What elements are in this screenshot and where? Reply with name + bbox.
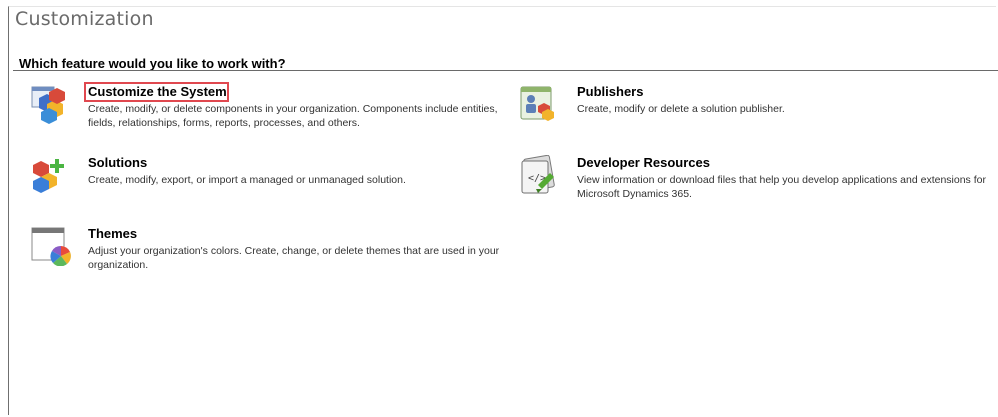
selection-highlight <box>84 82 229 102</box>
feature-description: Adjust your organization's colors. Creat… <box>88 245 500 271</box>
feature-solutions[interactable]: Solutions Create, modify, export, or imp… <box>31 155 501 195</box>
feature-description: Create, modify, export, or import a mana… <box>88 174 406 186</box>
feature-description: Create, modify or delete a solution publ… <box>577 103 785 115</box>
feature-title[interactable]: Themes <box>88 226 137 241</box>
page-title: Customization <box>15 8 154 30</box>
developer-resources-icon: </> <box>520 154 556 195</box>
publisher-icon <box>520 84 556 124</box>
feature-title[interactable]: Developer Resources <box>577 155 710 170</box>
feature-themes[interactable]: Themes Adjust your organization's colors… <box>31 226 501 274</box>
section-divider <box>13 70 998 71</box>
feature-publishers[interactable]: Publishers Create, modify or delete a so… <box>520 84 960 124</box>
feature-title[interactable]: Solutions <box>88 155 147 170</box>
customize-cubes-icon <box>31 84 67 124</box>
feature-title[interactable]: Publishers <box>577 84 643 99</box>
section-question: Which feature would you like to work wit… <box>19 56 286 71</box>
feature-description: Create, modify, or delete components in … <box>88 103 498 129</box>
feature-description: View information or download files that … <box>577 174 986 200</box>
solution-cubes-icon <box>31 155 67 195</box>
themes-icon <box>31 226 71 267</box>
feature-developer-resources[interactable]: </> Developer Resources View information… <box>520 154 990 203</box>
